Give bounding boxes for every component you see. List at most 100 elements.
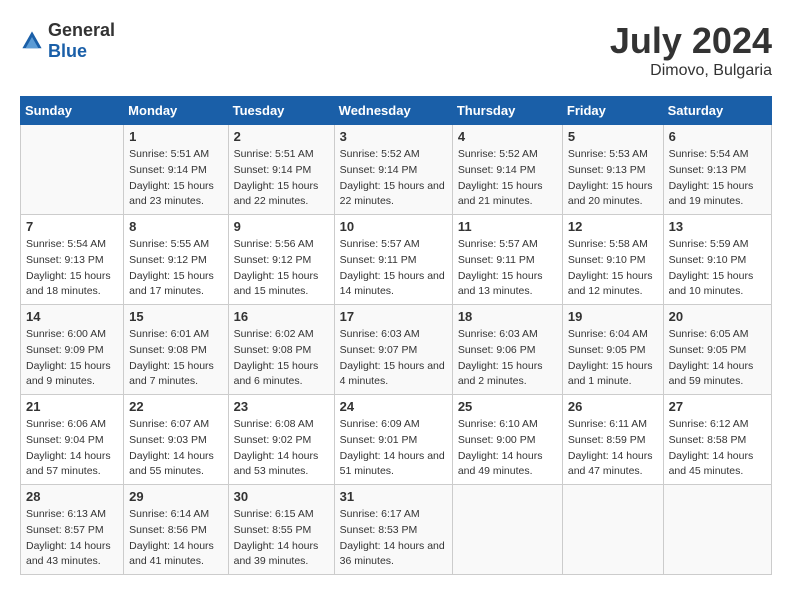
calendar-cell: 3 Sunrise: 5:52 AMSunset: 9:14 PMDaylight… — [334, 125, 452, 215]
calendar-cell: 28 Sunrise: 6:13 AMSunset: 8:57 PMDayligh… — [21, 485, 124, 575]
day-info: Sunrise: 6:03 AMSunset: 9:07 PMDaylight:… — [340, 327, 447, 390]
day-info: Sunrise: 5:58 AMSunset: 9:10 PMDaylight:… — [568, 237, 658, 300]
day-number: 27 — [669, 399, 766, 414]
day-info: Sunrise: 6:03 AMSunset: 9:06 PMDaylight:… — [458, 327, 557, 390]
logo-blue-text: Blue — [48, 41, 87, 61]
day-info: Sunrise: 6:07 AMSunset: 9:03 PMDaylight:… — [129, 417, 222, 480]
day-number: 4 — [458, 129, 557, 144]
day-number: 23 — [234, 399, 329, 414]
day-info: Sunrise: 5:57 AMSunset: 9:11 PMDaylight:… — [340, 237, 447, 300]
day-info: Sunrise: 6:00 AMSunset: 9:09 PMDaylight:… — [26, 327, 118, 390]
calendar-cell: 26 Sunrise: 6:11 AMSunset: 8:59 PMDayligh… — [562, 395, 663, 485]
day-info: Sunrise: 6:01 AMSunset: 9:08 PMDaylight:… — [129, 327, 222, 390]
day-number: 19 — [568, 309, 658, 324]
day-number: 2 — [234, 129, 329, 144]
header-day-sunday: Sunday — [21, 97, 124, 125]
day-info: Sunrise: 6:15 AMSunset: 8:55 PMDaylight:… — [234, 507, 329, 570]
day-number: 15 — [129, 309, 222, 324]
day-number: 1 — [129, 129, 222, 144]
header-day-tuesday: Tuesday — [228, 97, 334, 125]
calendar-cell: 22 Sunrise: 6:07 AMSunset: 9:03 PMDayligh… — [124, 395, 228, 485]
calendar-cell: 24 Sunrise: 6:09 AMSunset: 9:01 PMDayligh… — [334, 395, 452, 485]
calendar-cell: 23 Sunrise: 6:08 AMSunset: 9:02 PMDayligh… — [228, 395, 334, 485]
calendar-cell: 6 Sunrise: 5:54 AMSunset: 9:13 PMDaylight… — [663, 125, 771, 215]
day-info: Sunrise: 5:59 AMSunset: 9:10 PMDaylight:… — [669, 237, 766, 300]
day-info: Sunrise: 6:10 AMSunset: 9:00 PMDaylight:… — [458, 417, 557, 480]
day-number: 3 — [340, 129, 447, 144]
header-day-saturday: Saturday — [663, 97, 771, 125]
day-info: Sunrise: 6:14 AMSunset: 8:56 PMDaylight:… — [129, 507, 222, 570]
title-area: July 2024 Dimovo, Bulgaria — [610, 20, 772, 80]
day-info: Sunrise: 5:52 AMSunset: 9:14 PMDaylight:… — [458, 147, 557, 210]
day-number: 25 — [458, 399, 557, 414]
calendar-cell: 16 Sunrise: 6:02 AMSunset: 9:08 PMDayligh… — [228, 305, 334, 395]
calendar-cell: 13 Sunrise: 5:59 AMSunset: 9:10 PMDayligh… — [663, 215, 771, 305]
calendar-table: SundayMondayTuesdayWednesdayThursdayFrid… — [20, 96, 772, 575]
day-number: 30 — [234, 489, 329, 504]
day-number: 10 — [340, 219, 447, 234]
calendar-cell: 7Sunrise: 5:54 AMSunset: 9:13 PMDaylight… — [21, 215, 124, 305]
calendar-cell: 15 Sunrise: 6:01 AMSunset: 9:08 PMDayligh… — [124, 305, 228, 395]
day-info: Sunrise: 6:04 AMSunset: 9:05 PMDaylight:… — [568, 327, 658, 390]
calendar-cell: 2Sunrise: 5:51 AMSunset: 9:14 PMDaylight… — [228, 125, 334, 215]
day-info: Sunrise: 6:12 AMSunset: 8:58 PMDaylight:… — [669, 417, 766, 480]
calendar-cell — [663, 485, 771, 575]
calendar-cell: 29Sunrise: 6:14 AMSunset: 8:56 PMDayligh… — [124, 485, 228, 575]
day-number: 28 — [26, 489, 118, 504]
calendar-cell: 5 Sunrise: 5:53 AMSunset: 9:13 PMDaylight… — [562, 125, 663, 215]
calendar-cell — [21, 125, 124, 215]
calendar-cell: 4 Sunrise: 5:52 AMSunset: 9:14 PMDaylight… — [452, 125, 562, 215]
day-number: 9 — [234, 219, 329, 234]
day-number: 6 — [669, 129, 766, 144]
day-info: Sunrise: 6:05 AMSunset: 9:05 PMDaylight:… — [669, 327, 766, 390]
day-info: Sunrise: 5:53 AMSunset: 9:13 PMDaylight:… — [568, 147, 658, 210]
day-number: 17 — [340, 309, 447, 324]
day-number: 13 — [669, 219, 766, 234]
day-info: Sunrise: 6:06 AMSunset: 9:04 PMDaylight:… — [26, 417, 118, 480]
calendar-cell: 1Sunrise: 5:51 AMSunset: 9:14 PMDaylight… — [124, 125, 228, 215]
day-info: Sunrise: 5:57 AMSunset: 9:11 PMDaylight:… — [458, 237, 557, 300]
calendar-cell: 25 Sunrise: 6:10 AMSunset: 9:00 PMDayligh… — [452, 395, 562, 485]
day-number: 21 — [26, 399, 118, 414]
day-info: Sunrise: 5:55 AMSunset: 9:12 PMDaylight:… — [129, 237, 222, 300]
calendar-cell: 14 Sunrise: 6:00 AMSunset: 9:09 PMDayligh… — [21, 305, 124, 395]
calendar-cell — [452, 485, 562, 575]
day-number: 5 — [568, 129, 658, 144]
logo-general-text: General — [48, 20, 115, 40]
week-row-1: 1Sunrise: 5:51 AMSunset: 9:14 PMDaylight… — [21, 125, 772, 215]
day-number: 11 — [458, 219, 557, 234]
calendar-cell: 21 Sunrise: 6:06 AMSunset: 9:04 PMDayligh… — [21, 395, 124, 485]
day-info: Sunrise: 5:54 AMSunset: 9:13 PMDaylight:… — [669, 147, 766, 210]
day-info: Sunrise: 6:11 AMSunset: 8:59 PMDaylight:… — [568, 417, 658, 480]
day-number: 26 — [568, 399, 658, 414]
day-number: 18 — [458, 309, 557, 324]
subtitle: Dimovo, Bulgaria — [610, 62, 772, 80]
calendar-cell: 11 Sunrise: 5:57 AMSunset: 9:11 PMDayligh… — [452, 215, 562, 305]
calendar-cell: 20Sunrise: 6:05 AMSunset: 9:05 PMDayligh… — [663, 305, 771, 395]
day-info: Sunrise: 6:08 AMSunset: 9:02 PMDaylight:… — [234, 417, 329, 480]
calendar-cell: 18 Sunrise: 6:03 AMSunset: 9:06 PMDayligh… — [452, 305, 562, 395]
day-info: Sunrise: 6:02 AMSunset: 9:08 PMDaylight:… — [234, 327, 329, 390]
header: General Blue July 2024 Dimovo, Bulgaria — [20, 20, 772, 80]
day-number: 22 — [129, 399, 222, 414]
calendar-cell: 30 Sunrise: 6:15 AMSunset: 8:55 PMDayligh… — [228, 485, 334, 575]
week-row-2: 7Sunrise: 5:54 AMSunset: 9:13 PMDaylight… — [21, 215, 772, 305]
day-number: 7 — [26, 219, 118, 234]
day-number: 24 — [340, 399, 447, 414]
logo: General Blue — [20, 20, 115, 62]
day-info: Sunrise: 6:09 AMSunset: 9:01 PMDaylight:… — [340, 417, 447, 480]
header-row: SundayMondayTuesdayWednesdayThursdayFrid… — [21, 97, 772, 125]
day-number: 12 — [568, 219, 658, 234]
day-number: 16 — [234, 309, 329, 324]
day-info: Sunrise: 6:13 AMSunset: 8:57 PMDaylight:… — [26, 507, 118, 570]
calendar-cell: 9Sunrise: 5:56 AMSunset: 9:12 PMDaylight… — [228, 215, 334, 305]
day-number: 14 — [26, 309, 118, 324]
day-number: 8 — [129, 219, 222, 234]
day-info: Sunrise: 5:52 AMSunset: 9:14 PMDaylight:… — [340, 147, 447, 210]
header-day-friday: Friday — [562, 97, 663, 125]
logo-icon — [20, 29, 44, 53]
header-day-monday: Monday — [124, 97, 228, 125]
header-day-wednesday: Wednesday — [334, 97, 452, 125]
day-number: 31 — [340, 489, 447, 504]
calendar-cell: 12 Sunrise: 5:58 AMSunset: 9:10 PMDayligh… — [562, 215, 663, 305]
